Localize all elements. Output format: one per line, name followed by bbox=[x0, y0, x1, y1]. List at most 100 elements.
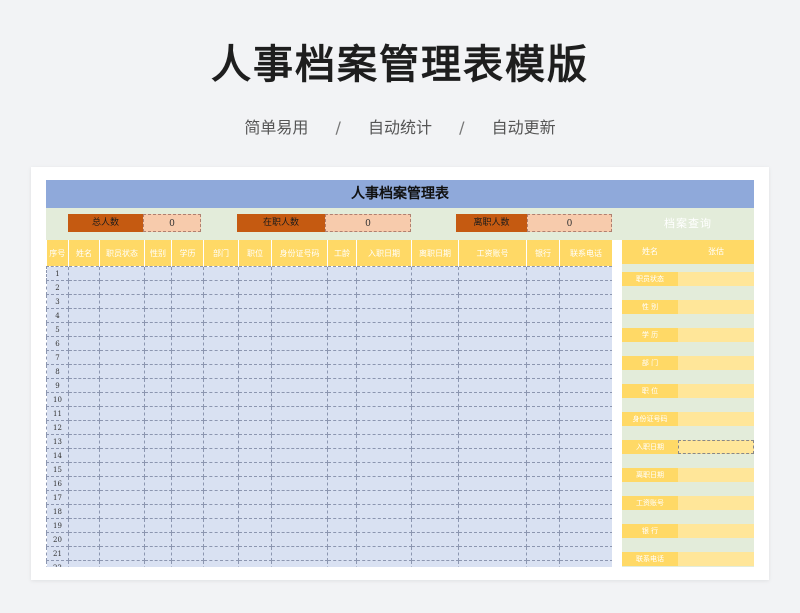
table-cell[interactable] bbox=[238, 378, 272, 393]
table-cell[interactable] bbox=[171, 476, 204, 491]
table-cell[interactable] bbox=[356, 448, 412, 463]
table-cell[interactable] bbox=[68, 308, 100, 323]
table-cell[interactable] bbox=[559, 280, 613, 295]
table-cell[interactable] bbox=[144, 462, 172, 477]
table-cell[interactable] bbox=[458, 266, 527, 281]
table-cell[interactable] bbox=[68, 392, 100, 407]
table-cell[interactable] bbox=[356, 476, 412, 491]
table-cell[interactable] bbox=[238, 490, 272, 505]
table-cell[interactable] bbox=[327, 406, 357, 421]
table-cell[interactable] bbox=[203, 294, 239, 309]
table-cell[interactable] bbox=[203, 490, 239, 505]
table-cell[interactable] bbox=[559, 490, 613, 505]
table-cell[interactable] bbox=[327, 336, 357, 351]
table-cell[interactable] bbox=[356, 350, 412, 365]
table-cell[interactable] bbox=[99, 308, 145, 323]
table-cell[interactable] bbox=[458, 322, 527, 337]
table-cell[interactable] bbox=[68, 434, 100, 449]
table-cell[interactable] bbox=[271, 476, 328, 491]
table-cell[interactable] bbox=[238, 280, 272, 295]
table-cell[interactable] bbox=[68, 504, 100, 519]
table-cell[interactable] bbox=[238, 350, 272, 365]
table-cell[interactable] bbox=[559, 308, 613, 323]
table-cell[interactable] bbox=[411, 476, 459, 491]
table-cell[interactable] bbox=[68, 364, 100, 379]
table-cell[interactable] bbox=[203, 546, 239, 561]
table-cell[interactable] bbox=[171, 350, 204, 365]
table-cell[interactable] bbox=[144, 546, 172, 561]
table-cell[interactable] bbox=[238, 294, 272, 309]
table-cell[interactable] bbox=[144, 560, 172, 567]
table-cell[interactable] bbox=[238, 420, 272, 435]
table-cell[interactable] bbox=[327, 462, 357, 477]
table-cell[interactable] bbox=[559, 364, 613, 379]
table-cell[interactable] bbox=[458, 504, 527, 519]
table-cell[interactable] bbox=[327, 294, 357, 309]
table-cell[interactable] bbox=[99, 322, 145, 337]
table-cell[interactable] bbox=[526, 322, 560, 337]
table-cell[interactable] bbox=[144, 266, 172, 281]
table-cell[interactable] bbox=[144, 420, 172, 435]
table-cell[interactable] bbox=[559, 350, 613, 365]
table-cell[interactable] bbox=[238, 476, 272, 491]
table-cell[interactable] bbox=[327, 434, 357, 449]
table-cell[interactable] bbox=[238, 560, 272, 567]
table-cell[interactable] bbox=[327, 350, 357, 365]
table-cell[interactable] bbox=[144, 378, 172, 393]
table-cell[interactable] bbox=[144, 406, 172, 421]
table-cell[interactable] bbox=[356, 560, 412, 567]
table-cell[interactable] bbox=[458, 434, 527, 449]
table-cell[interactable] bbox=[411, 336, 459, 351]
query-field-value[interactable] bbox=[678, 356, 754, 370]
table-cell[interactable] bbox=[99, 336, 145, 351]
table-cell[interactable] bbox=[458, 308, 527, 323]
query-field-value[interactable] bbox=[678, 468, 754, 482]
table-cell[interactable] bbox=[559, 420, 613, 435]
table-cell[interactable] bbox=[411, 504, 459, 519]
table-cell[interactable] bbox=[238, 392, 272, 407]
table-cell[interactable] bbox=[356, 546, 412, 561]
table-cell[interactable] bbox=[144, 336, 172, 351]
table-cell[interactable] bbox=[99, 462, 145, 477]
table-cell[interactable] bbox=[458, 518, 527, 533]
table-cell[interactable] bbox=[203, 378, 239, 393]
table-cell[interactable] bbox=[356, 462, 412, 477]
table-cell[interactable] bbox=[559, 322, 613, 337]
table-cell[interactable] bbox=[238, 266, 272, 281]
table-cell[interactable] bbox=[68, 532, 100, 547]
table-cell[interactable] bbox=[458, 448, 527, 463]
table-cell[interactable] bbox=[356, 378, 412, 393]
table-cell[interactable] bbox=[458, 294, 527, 309]
table-cell[interactable] bbox=[238, 518, 272, 533]
table-cell[interactable] bbox=[203, 420, 239, 435]
table-cell[interactable] bbox=[356, 308, 412, 323]
table-cell[interactable] bbox=[356, 406, 412, 421]
table-cell[interactable] bbox=[458, 406, 527, 421]
table-cell[interactable] bbox=[526, 560, 560, 567]
table-cell[interactable] bbox=[356, 532, 412, 547]
table-cell[interactable] bbox=[356, 322, 412, 337]
table-cell[interactable] bbox=[526, 546, 560, 561]
table-cell[interactable] bbox=[271, 560, 328, 567]
table-cell[interactable] bbox=[559, 546, 613, 561]
table-cell[interactable] bbox=[526, 462, 560, 477]
table-cell[interactable] bbox=[203, 322, 239, 337]
table-cell[interactable] bbox=[238, 364, 272, 379]
table-cell[interactable] bbox=[203, 448, 239, 463]
table-cell[interactable] bbox=[271, 364, 328, 379]
table-cell[interactable] bbox=[559, 294, 613, 309]
table-cell[interactable] bbox=[356, 266, 412, 281]
table-cell[interactable] bbox=[411, 462, 459, 477]
table-cell[interactable] bbox=[458, 392, 527, 407]
table-cell[interactable] bbox=[144, 532, 172, 547]
table-cell[interactable] bbox=[203, 406, 239, 421]
table-cell[interactable] bbox=[99, 490, 145, 505]
table-cell[interactable] bbox=[526, 490, 560, 505]
table-cell[interactable] bbox=[271, 532, 328, 547]
query-field-value[interactable] bbox=[678, 496, 754, 510]
table-cell[interactable] bbox=[327, 546, 357, 561]
table-cell[interactable] bbox=[171, 406, 204, 421]
table-cell[interactable] bbox=[411, 406, 459, 421]
table-cell[interactable] bbox=[411, 560, 459, 567]
table-cell[interactable] bbox=[68, 476, 100, 491]
